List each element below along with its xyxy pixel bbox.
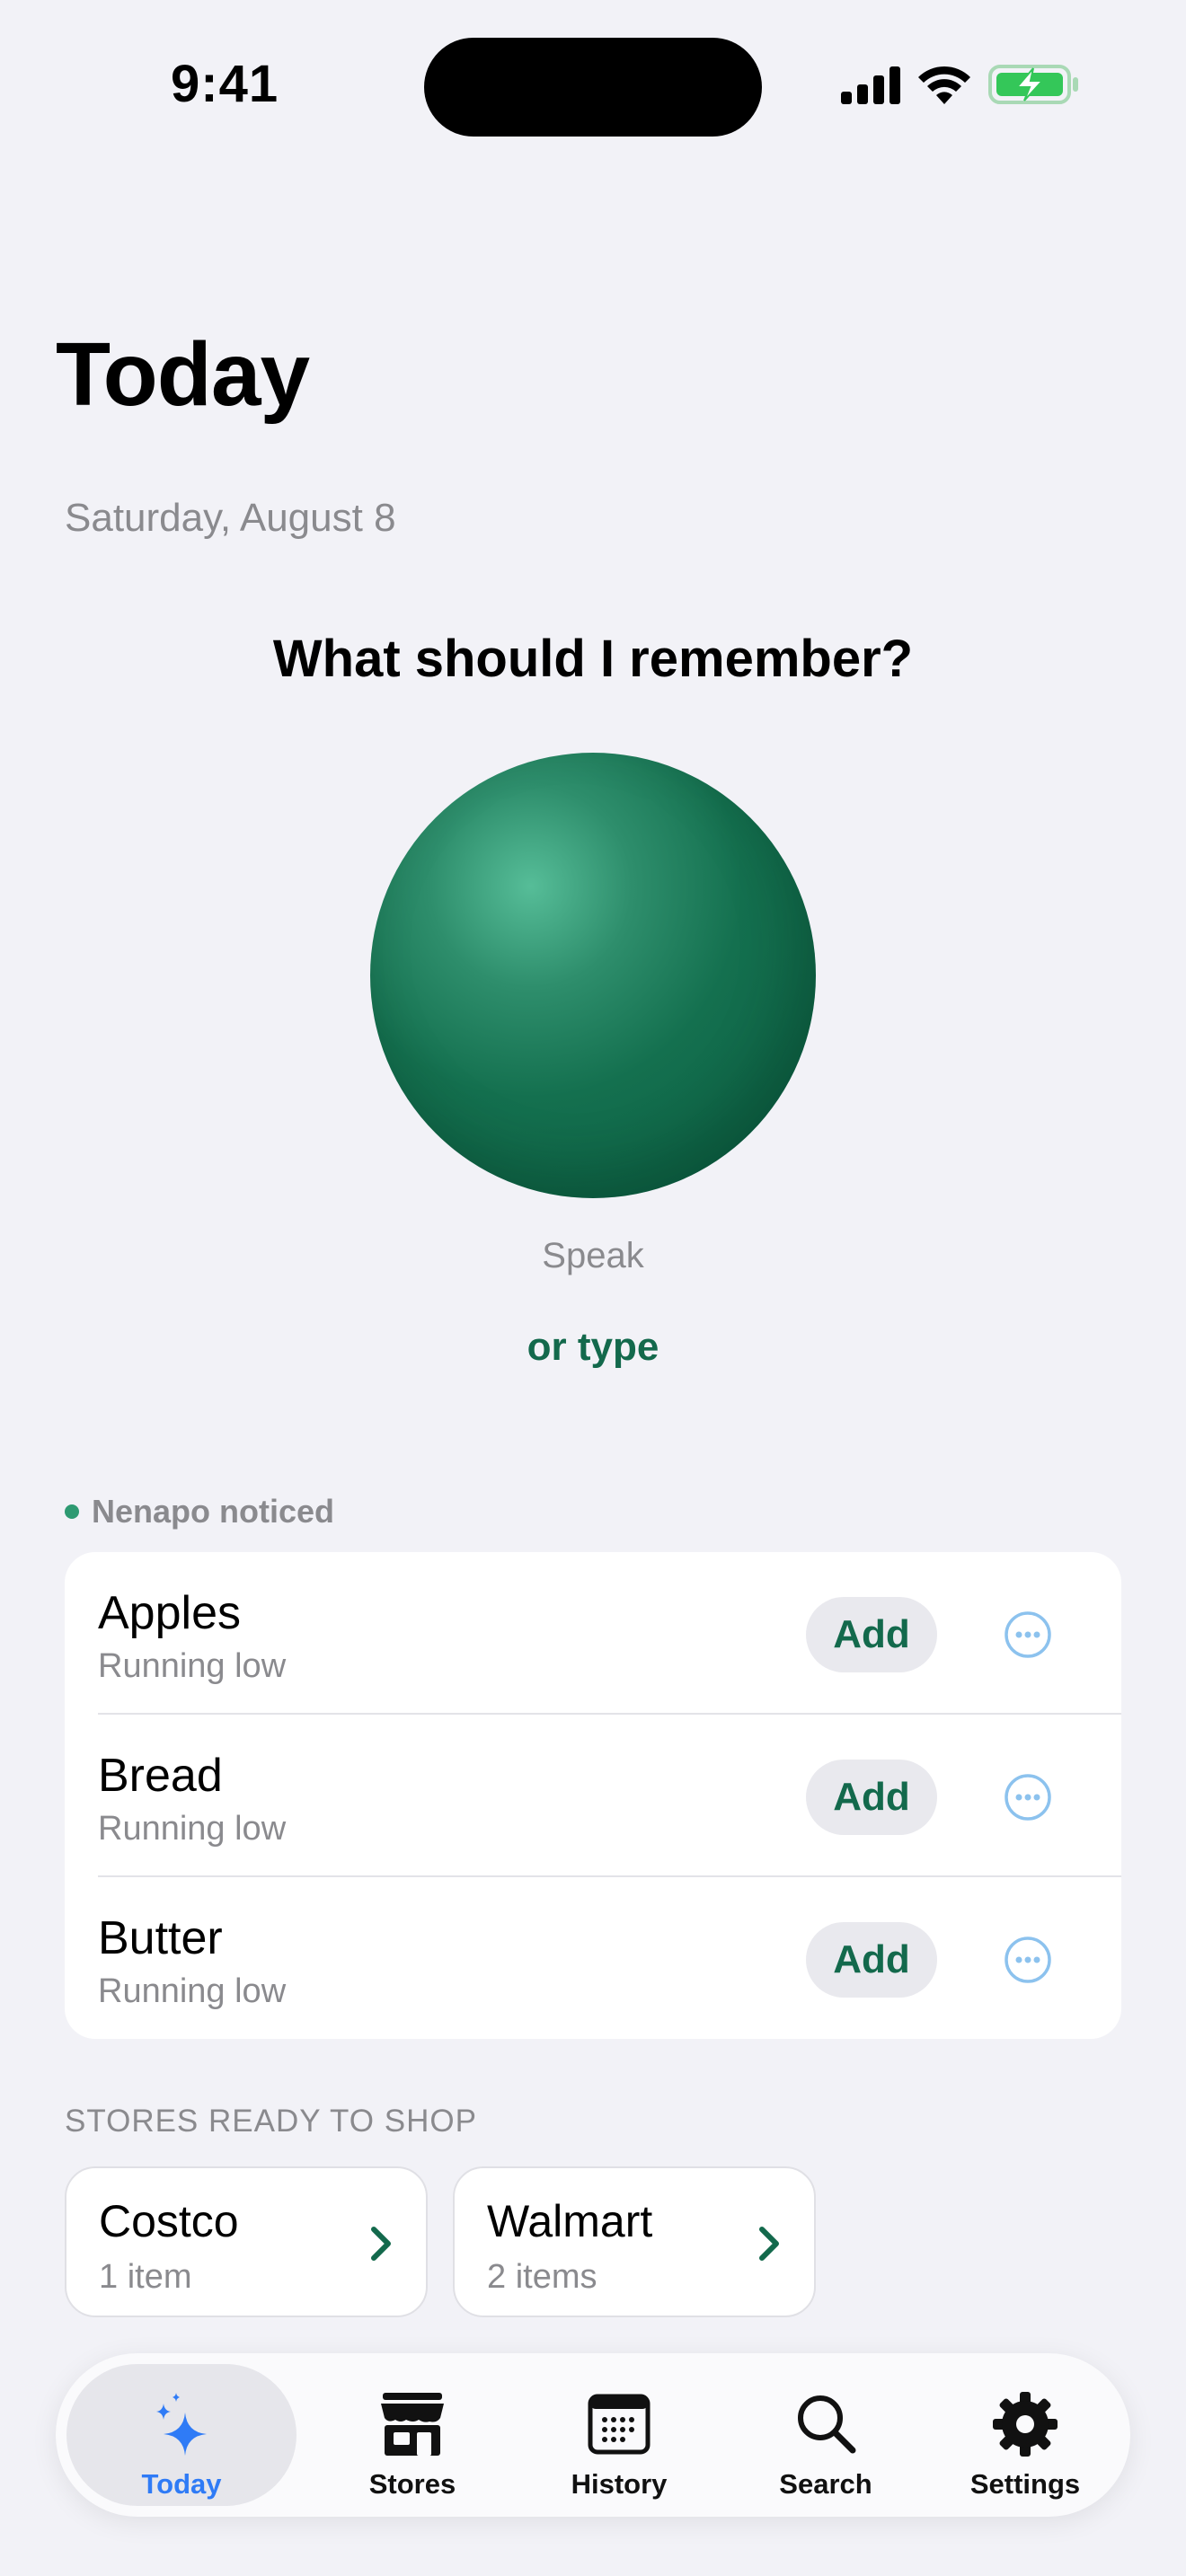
status-time: 9:41 — [171, 55, 279, 113]
add-button[interactable]: Add — [806, 1922, 937, 1998]
cellular-signal-icon — [841, 66, 900, 104]
list-item: Butter Running low Add — [65, 1877, 1121, 2039]
item-status: Running low — [98, 1810, 287, 1848]
status-dot — [65, 1504, 79, 1519]
chevron-right-icon — [371, 2227, 391, 2261]
noticed-card: Apples Running low Add Bread Running low… — [65, 1552, 1121, 2039]
noticed-header: Nenapo noticed — [65, 1493, 334, 1531]
chevron-right-icon — [759, 2227, 779, 2261]
tab-label: Stores — [368, 2468, 456, 2500]
item-status: Running low — [98, 1647, 287, 1685]
add-button[interactable]: Add — [806, 1597, 937, 1672]
add-button[interactable]: Add — [806, 1760, 937, 1835]
tab-label: Search — [779, 2468, 872, 2500]
dynamic-island — [424, 38, 762, 137]
store-card-walmart[interactable]: Walmart 2 items — [453, 2166, 816, 2317]
tab-label: Settings — [969, 2468, 1081, 2500]
store-name: Walmart — [487, 2196, 653, 2246]
wifi-icon — [918, 66, 970, 104]
item-name: Apples — [98, 1587, 241, 1639]
tab-history[interactable]: History — [516, 2364, 722, 2506]
battery-charging-icon — [988, 65, 1078, 104]
more-options-icon[interactable] — [1003, 1935, 1053, 1985]
item-name: Bread — [98, 1750, 223, 1802]
tab-settings[interactable]: Settings — [922, 2364, 1128, 2506]
more-options-icon[interactable] — [1003, 1610, 1053, 1660]
tab-label: Today — [141, 2468, 222, 2500]
store-item-count: 1 item — [99, 2258, 192, 2296]
date-label: Saturday, August 8 — [65, 496, 396, 540]
or-type-link[interactable]: or type — [0, 1325, 1186, 1370]
prompt-heading: What should I remember? — [272, 630, 914, 688]
stores-section-label: STORES READY TO SHOP — [65, 2104, 477, 2139]
store-item-count: 2 items — [487, 2258, 597, 2296]
tab-today[interactable]: Today — [66, 2364, 296, 2506]
more-options-icon[interactable] — [1003, 1772, 1053, 1822]
item-name: Butter — [98, 1912, 223, 1964]
item-status: Running low — [98, 1972, 287, 2010]
list-item: Apples Running low Add — [65, 1552, 1121, 1714]
speak-label: Speak — [542, 1236, 644, 1275]
search-icon — [798, 2395, 856, 2454]
list-item: Bread Running low Add — [65, 1715, 1121, 1876]
noticed-label: Nenapo noticed — [92, 1493, 335, 1530]
sparkles-icon — [156, 2393, 207, 2456]
tab-bar: Today Stores History Search Settings — [56, 2353, 1130, 2517]
calendar-icon — [588, 2394, 651, 2455]
page-title: Today — [56, 324, 310, 425]
gear-icon — [993, 2392, 1058, 2457]
store-card-costco[interactable]: Costco 1 item — [65, 2166, 428, 2317]
store-name: Costco — [99, 2196, 239, 2246]
tab-stores[interactable]: Stores — [309, 2364, 516, 2506]
voice-orb-button[interactable] — [370, 753, 816, 1198]
storefront-icon — [381, 2393, 444, 2456]
tab-label: History — [571, 2468, 668, 2500]
tab-search[interactable]: Search — [722, 2364, 929, 2506]
